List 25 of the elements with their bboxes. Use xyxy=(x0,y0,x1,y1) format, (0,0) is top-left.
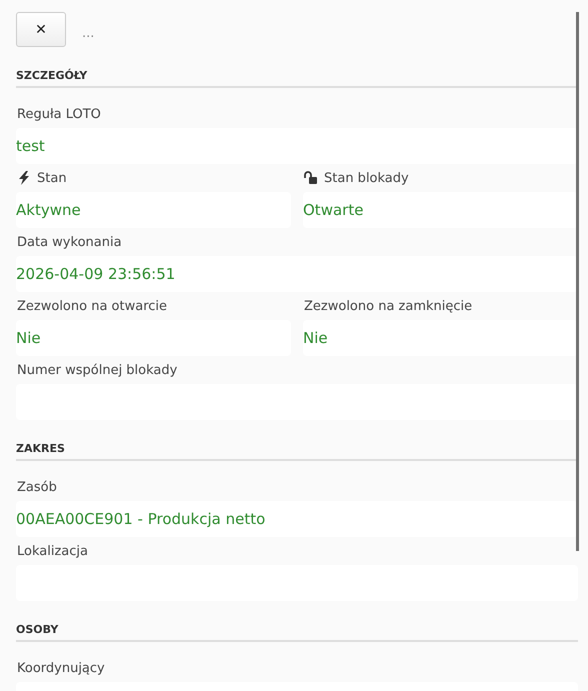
section-heading: OSOBY xyxy=(16,623,578,642)
field-label: Zezwolono na zamknięcie xyxy=(304,298,472,314)
scrollbar[interactable] xyxy=(576,12,579,551)
field-label: Stan blokady xyxy=(324,170,409,186)
value-field: test xyxy=(16,128,578,164)
breadcrumb: ... xyxy=(82,25,94,41)
value-field: Otwarte xyxy=(303,192,578,228)
section-heading: ZAKRES xyxy=(16,442,578,461)
field-label: Numer wspólnej blokady xyxy=(17,362,178,378)
field-label: Zasób xyxy=(17,480,57,494)
lightning-icon xyxy=(17,171,31,185)
value-field: Nie xyxy=(303,320,578,356)
close-button[interactable]: ✕ xyxy=(16,12,66,47)
field-label: Stan xyxy=(37,170,67,186)
value-field: 00AEA00CE901 - Produkcja netto xyxy=(16,501,578,537)
field-label: Zezwolono na otwarcie xyxy=(17,298,168,314)
field-label: Koordynujący xyxy=(17,660,105,676)
unlocked-padlock-icon xyxy=(304,171,318,185)
section-heading: SZCZEGÓŁY xyxy=(16,69,578,88)
value-field: Nie xyxy=(16,320,291,356)
field-label: Lokalizacja xyxy=(17,544,88,558)
field-label: Reguła LOTO xyxy=(17,106,101,122)
value-field: Aktywne xyxy=(16,192,291,228)
field-label: Data wykonania xyxy=(17,234,122,250)
value-field: 2026-04-09 23:56:51 xyxy=(16,256,578,292)
